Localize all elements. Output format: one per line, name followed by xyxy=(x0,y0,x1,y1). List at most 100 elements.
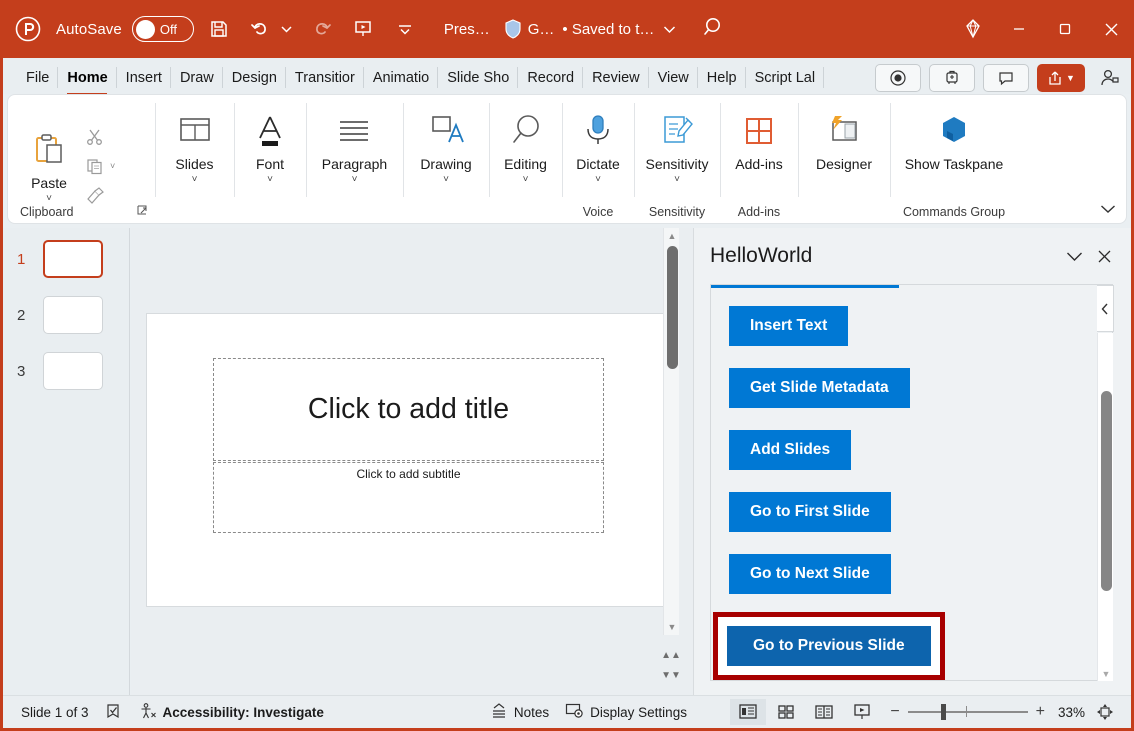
account-label[interactable]: G… xyxy=(528,21,555,38)
tab-slide-show[interactable]: Slide Sho xyxy=(438,62,518,94)
font-button[interactable]: Font ˅ xyxy=(239,99,301,185)
notes-button[interactable]: Notes xyxy=(482,696,557,729)
next-slide-icon[interactable]: ▼▼ xyxy=(663,665,679,685)
task-pane-scrollbar-thumb[interactable] xyxy=(1101,391,1112,591)
minimize-icon[interactable] xyxy=(996,0,1042,58)
dialog-launcher-icon[interactable] xyxy=(137,205,149,220)
designer-button[interactable]: Designer xyxy=(813,99,875,172)
tab-file[interactable]: File xyxy=(17,62,58,94)
tab-script-lab[interactable]: Script Lal xyxy=(746,62,824,94)
previous-slide-icon[interactable]: ▲▲ xyxy=(663,645,679,665)
catch-up-button[interactable] xyxy=(1093,64,1127,92)
zoom-track[interactable] xyxy=(908,711,1028,713)
thumbnail-preview[interactable] xyxy=(43,352,103,390)
zoom-out-button[interactable]: − xyxy=(890,703,899,721)
task-pane-close-icon[interactable] xyxy=(1089,241,1119,271)
font-chevron-down-icon[interactable]: ˅ xyxy=(267,174,273,185)
search-icon[interactable] xyxy=(702,15,726,44)
record-button[interactable] xyxy=(875,64,921,92)
editing-button[interactable]: Editing ˅ xyxy=(495,99,557,185)
saved-chevron-down-icon[interactable] xyxy=(663,22,676,37)
copy-chevron-down-icon[interactable]: ˅ xyxy=(110,161,115,171)
tab-transitions[interactable]: Transitior xyxy=(286,62,364,94)
undo-dropdown-chevron-down-icon[interactable] xyxy=(278,25,296,33)
spell-check-button[interactable] xyxy=(97,696,131,729)
task-pane-minimize-chevron-down-icon[interactable] xyxy=(1059,241,1089,271)
editing-chevron-down-icon[interactable]: ˅ xyxy=(523,174,529,185)
scroll-down-icon[interactable]: ▼ xyxy=(664,619,680,635)
start-presentation-icon[interactable] xyxy=(346,12,380,46)
scroll-up-icon[interactable]: ▲ xyxy=(664,228,680,244)
cut-button[interactable] xyxy=(80,124,115,150)
slide-vertical-scrollbar[interactable]: ▲ ▼ xyxy=(663,228,679,635)
sensitivity-chevron-down-icon[interactable]: ˅ xyxy=(674,174,680,185)
tab-draw[interactable]: Draw xyxy=(171,62,223,94)
show-taskpane-button[interactable]: Show Taskpane xyxy=(894,99,1014,172)
slide-sorter-button[interactable] xyxy=(768,699,804,725)
paste-button[interactable]: Paste ˅ xyxy=(18,118,80,204)
thumbnail-preview[interactable] xyxy=(43,240,103,278)
ribbon-collapse-chevron-up-icon[interactable] xyxy=(1100,202,1116,217)
accessibility-status[interactable]: Accessibility: Investigate xyxy=(131,696,332,729)
scrollbar-thumb[interactable] xyxy=(667,246,678,369)
slides-chevron-down-icon[interactable]: ˅ xyxy=(192,174,198,185)
thumbnail-item-3[interactable]: 3 xyxy=(17,352,129,390)
tab-insert[interactable]: Insert xyxy=(117,62,171,94)
comments-button[interactable] xyxy=(983,64,1029,92)
tab-review[interactable]: Review xyxy=(583,62,649,94)
slide-canvas[interactable]: Click to add title Click to add subtitle xyxy=(146,313,667,607)
task-pane-scroll-down-icon[interactable]: ▼ xyxy=(1098,669,1114,679)
close-icon[interactable] xyxy=(1088,0,1134,58)
teams-present-button[interactable] xyxy=(929,64,975,92)
dictate-chevron-down-icon[interactable]: ˅ xyxy=(595,174,601,185)
reading-view-button[interactable] xyxy=(806,699,842,725)
share-button[interactable]: ▼ xyxy=(1037,64,1085,92)
insert-text-button[interactable]: Insert Text xyxy=(729,306,848,346)
drawing-button[interactable]: Drawing ˅ xyxy=(415,99,477,185)
go-to-next-slide-button[interactable]: Go to Next Slide xyxy=(729,554,891,594)
title-placeholder[interactable]: Click to add title xyxy=(213,358,604,461)
autosave-toggle[interactable]: Off xyxy=(132,16,194,42)
saved-status[interactable]: • Saved to t… xyxy=(562,21,654,38)
undo-icon[interactable] xyxy=(244,12,278,46)
display-settings-button[interactable]: Display Settings xyxy=(557,696,695,729)
thumbnail-item-1[interactable]: 1 xyxy=(17,240,129,278)
get-slide-metadata-button[interactable]: Get Slide Metadata xyxy=(729,368,910,408)
tab-record[interactable]: Record xyxy=(518,62,583,94)
customize-quick-access-icon[interactable] xyxy=(388,12,422,46)
drawing-chevron-down-icon[interactable]: ˅ xyxy=(443,174,449,185)
maximize-icon[interactable] xyxy=(1042,0,1088,58)
thumbnail-preview[interactable] xyxy=(43,296,103,334)
normal-view-button[interactable] xyxy=(730,699,766,725)
subtitle-placeholder[interactable]: Click to add subtitle xyxy=(213,462,604,533)
tab-view[interactable]: View xyxy=(649,62,698,94)
task-pane-scrollbar[interactable]: ▼ xyxy=(1097,333,1113,681)
add-slides-button[interactable]: Add Slides xyxy=(729,430,851,470)
paste-chevron-down-icon[interactable]: ˅ xyxy=(46,193,52,204)
task-pane-collapse-chevron-left-icon[interactable] xyxy=(1097,285,1114,332)
fit-to-window-button[interactable] xyxy=(1087,699,1123,725)
slide-count-status[interactable]: Slide 1 of 3 xyxy=(13,696,97,729)
slideshow-button[interactable] xyxy=(844,699,880,725)
paragraph-chevron-down-icon[interactable]: ˅ xyxy=(352,174,358,185)
zoom-handle[interactable] xyxy=(941,704,946,720)
copy-button[interactable]: ˅ xyxy=(80,153,115,179)
slides-button[interactable]: Slides ˅ xyxy=(164,99,226,185)
thumbnail-item-2[interactable]: 2 xyxy=(17,296,129,334)
tab-help[interactable]: Help xyxy=(698,62,746,94)
tab-design[interactable]: Design xyxy=(223,62,286,94)
add-ins-button[interactable]: Add-ins xyxy=(728,99,790,172)
paragraph-button[interactable]: Paragraph ˅ xyxy=(322,99,387,185)
go-to-previous-slide-button[interactable]: Go to Previous Slide xyxy=(727,626,931,666)
dictate-button[interactable]: Dictate ˅ xyxy=(567,99,629,185)
tab-home[interactable]: Home xyxy=(58,62,116,94)
document-title[interactable]: Pres… xyxy=(444,21,490,38)
zoom-level-label[interactable]: 33% xyxy=(1055,705,1085,720)
sensitivity-button[interactable]: Sensitivity ˅ xyxy=(645,99,708,185)
zoom-slider[interactable]: − + xyxy=(890,703,1045,721)
save-icon[interactable] xyxy=(202,12,236,46)
zoom-in-button[interactable]: + xyxy=(1036,703,1045,721)
tab-animations[interactable]: Animatio xyxy=(364,62,438,94)
diamond-icon[interactable] xyxy=(950,0,996,58)
go-to-first-slide-button[interactable]: Go to First Slide xyxy=(729,492,891,532)
